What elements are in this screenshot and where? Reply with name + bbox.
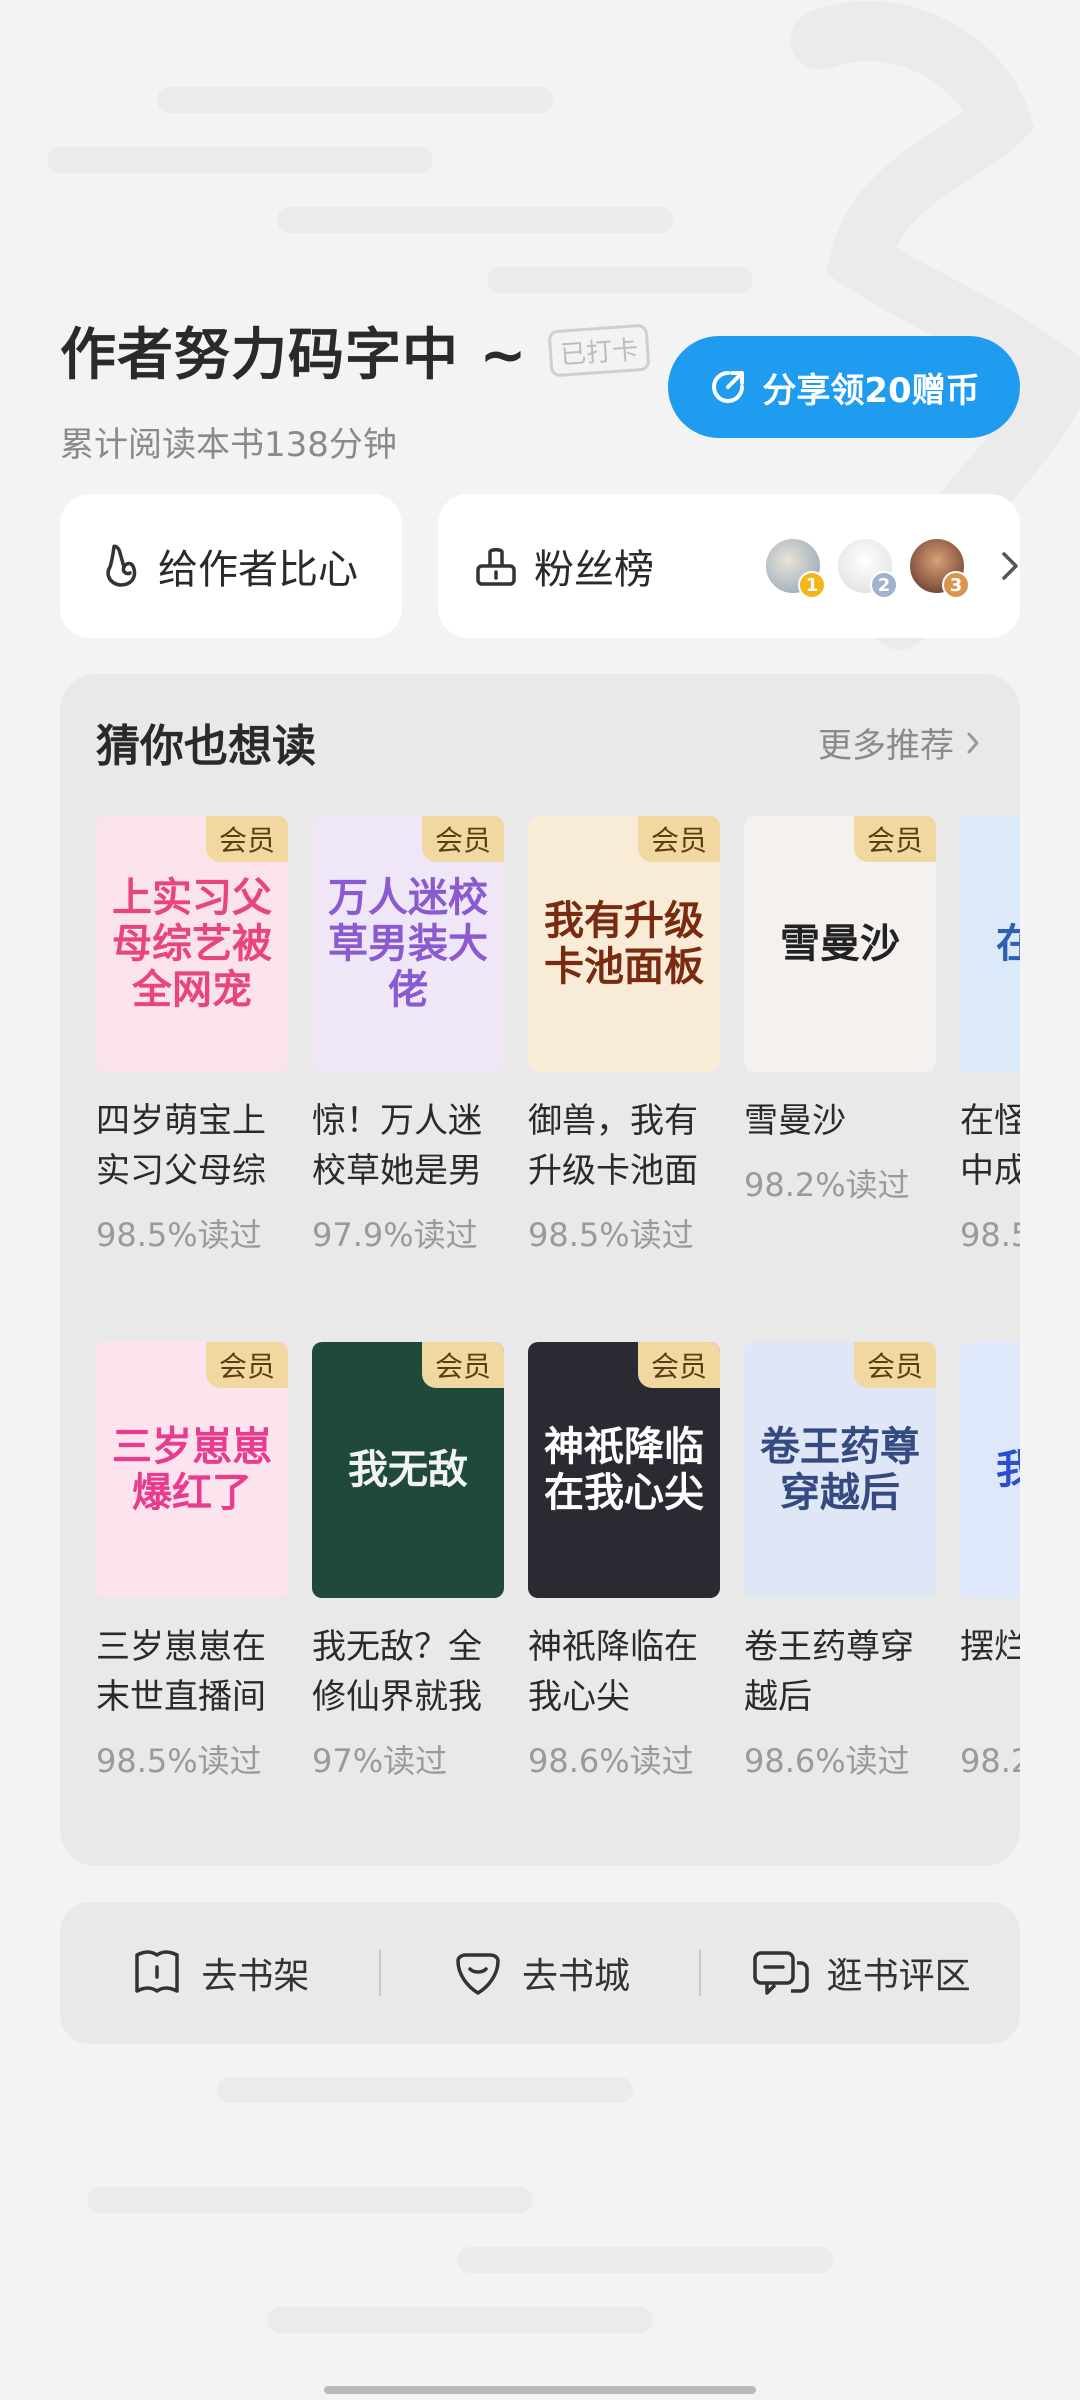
go-bookstore-label: 去书城	[522, 1956, 631, 1997]
book-title: 雪曼沙	[744, 1101, 846, 1141]
checked-in-stamp: 已打卡	[547, 323, 651, 378]
book-title: 三岁崽崽在末世直播间	[96, 1627, 266, 1717]
read-rate: 98.6%读过	[744, 1742, 910, 1780]
rank-badge: 2	[870, 571, 898, 599]
book-card[interactable]: 上实习父母综艺被全网宠 会员四岁萌宝上实习父母综 98.5%读过	[96, 816, 288, 1256]
more-recommendations-label: 更多推荐	[818, 726, 954, 766]
go-bookstore-button[interactable]: 去书城	[381, 1945, 700, 2001]
book-card[interactable]: 卷王药尊穿越后 会员卷王药尊穿越后 98.6%读过	[744, 1342, 936, 1782]
cover-title: 三岁崽崽爆红了	[112, 1424, 272, 1516]
more-recommendations-link[interactable]: 更多推荐	[818, 718, 980, 767]
cover-title: 我无敌	[348, 1447, 468, 1493]
bottom-nav: 去书架 去书城 逛书评区	[60, 1902, 1020, 2044]
book-card[interactable]: 我有升级卡池面板 会员御兽，我有升级卡池面 98.5%读过	[528, 816, 720, 1256]
book-title: 卷王药尊穿越后	[744, 1627, 914, 1717]
vip-badge: 会员	[854, 816, 936, 862]
read-rate: 98.5%读过	[960, 1216, 1020, 1254]
recommendation-panel: 猜你也想读 更多推荐 上实习父母综艺被全网宠 会员 四岁萌宝上实习父母综 98.5%读…	[60, 674, 1020, 1866]
book-reviews-button[interactable]: 逛书评区	[701, 1945, 1020, 2001]
vip-badge: 会员	[422, 816, 504, 862]
page-title: 作者努力码字中 ~	[60, 323, 528, 388]
cover-title: 神祇降临在我心尖	[544, 1424, 704, 1516]
read-rate: 98.5%读过	[528, 1216, 694, 1254]
chevron-right-icon	[1002, 552, 1018, 580]
share-icon	[712, 371, 745, 403]
book-cover: 上实习父母综艺被全网宠 会员	[96, 816, 288, 1072]
book-card[interactable]: 雪曼沙 会员雪曼沙 98.2%读过	[744, 816, 936, 1256]
avatar: 2	[836, 537, 898, 599]
cover-title: 万人迷校草男装大佬	[328, 875, 488, 1013]
vip-badge: 会员	[638, 816, 720, 862]
read-rate: 98.5%读过	[96, 1742, 262, 1780]
bookstore-icon	[456, 1953, 500, 1995]
book-cover: 神祇降临在我心尖 会员	[528, 1342, 720, 1598]
bookshelf-icon	[135, 1950, 180, 1993]
book-title: 我无敌？全修仙界就我	[312, 1627, 482, 1717]
cover-title: 在游戏	[996, 921, 1020, 967]
ranking-icon	[476, 548, 516, 586]
send-heart-label: 给作者比心	[158, 547, 358, 593]
cover-title: 我修团	[996, 1447, 1020, 1493]
read-rate: 98.5%读过	[96, 1216, 262, 1254]
hand-heart-icon	[106, 544, 137, 587]
book-cover: 万人迷校草男装大佬 会员	[312, 816, 504, 1072]
avatar: 3	[908, 537, 970, 599]
go-bookshelf-label: 去书架	[201, 1956, 310, 1997]
cover-title: 卷王药尊穿越后	[760, 1424, 920, 1516]
top-fans-avatars: 1 2 3	[750, 537, 970, 599]
book-title: 神祇降临在我心尖	[528, 1627, 698, 1717]
book-cover: 三岁崽崽爆红了 会员	[96, 1342, 288, 1598]
book-reviews-label: 逛书评区	[826, 1956, 971, 1997]
read-rate: 97%读过	[312, 1742, 448, 1780]
vip-badge: 会员	[422, 1342, 504, 1388]
home-indicator[interactable]	[324, 2386, 756, 2394]
read-rate: 98.2%读过	[960, 1742, 1020, 1780]
book-title: 惊！万人迷校草她是男	[312, 1101, 482, 1191]
book-card[interactable]: 神祇降临在我心尖 会员神祇降临在我心尖 98.6%读过	[528, 1342, 720, 1782]
book-cover: 我修团	[960, 1342, 1020, 1598]
book-cover: 我有升级卡池面板 会员	[528, 816, 720, 1072]
book-row: 三岁崽崽爆红了 会员三岁崽崽在末世直播间 98.5%读过 我无敌 会员我无敌？全修仙界就…	[96, 1342, 1020, 1782]
book-title: 御兽，我有升级卡池面	[528, 1101, 698, 1191]
fans-ranking-label: 粉丝榜	[534, 547, 654, 593]
book-cover: 我无敌 会员	[312, 1342, 504, 1598]
book-cover: 雪曼沙 会员	[744, 816, 936, 1072]
read-rate: 98.2%读过	[744, 1166, 910, 1204]
book-title: 在怪谈游戏中成	[960, 1101, 1020, 1191]
cover-title: 雪曼沙	[780, 921, 900, 967]
book-card[interactable]: 在游戏在怪谈游戏中成 98.5%读过	[960, 816, 1020, 1256]
share-button-label: 分享领20赠币	[762, 370, 980, 411]
chevron-right-icon	[967, 732, 979, 753]
avatar: 1	[764, 537, 826, 599]
cover-title: 我有升级卡池面板	[544, 898, 704, 990]
book-title: 四岁萌宝上实习父母综	[96, 1101, 266, 1191]
book-cover: 在游戏	[960, 816, 1020, 1072]
go-bookshelf-button[interactable]: 去书架	[60, 1945, 379, 2001]
book-card[interactable]: 万人迷校草男装大佬 会员惊！万人迷校草她是男 97.9%读过	[312, 816, 504, 1256]
book-title: 摆烂我有	[960, 1627, 1020, 1667]
book-card[interactable]: 三岁崽崽爆红了 会员三岁崽崽在末世直播间 98.5%读过	[96, 1342, 288, 1782]
read-rate: 98.6%读过	[528, 1742, 694, 1780]
share-button[interactable]: 分享领20赠币	[668, 336, 1020, 438]
book-cover: 卷王药尊穿越后 会员	[744, 1342, 936, 1598]
vip-badge: 会员	[206, 1342, 288, 1388]
read-rate: 97.9%读过	[312, 1216, 478, 1254]
vip-badge: 会员	[638, 1342, 720, 1388]
comments-icon	[752, 1951, 809, 1995]
fans-ranking-button[interactable]: 粉丝榜 1 2 3	[438, 494, 1020, 638]
book-card[interactable]: 我无敌 会员我无敌？全修仙界就我 97%读过	[312, 1342, 504, 1782]
rank-badge: 3	[942, 571, 970, 599]
cover-title: 上实习父母综艺被全网宠	[112, 875, 272, 1013]
book-card[interactable]: 我修团摆烂我有 98.2%读过	[960, 1342, 1020, 1782]
vip-badge: 会员	[206, 816, 288, 862]
recommendation-title: 猜你也想读	[96, 721, 316, 772]
rank-badge: 1	[798, 571, 826, 599]
vip-badge: 会员	[854, 1342, 936, 1388]
send-heart-button[interactable]: 给作者比心	[60, 494, 402, 638]
book-row: 上实习父母综艺被全网宠 会员 四岁萌宝上实习父母综 98.5%读过 万人迷校草男装大佬会…	[96, 816, 1020, 1256]
header: 作者努力码字中 ~ 已打卡 累计阅读本书138分钟 分享领20赠币	[60, 310, 1020, 470]
